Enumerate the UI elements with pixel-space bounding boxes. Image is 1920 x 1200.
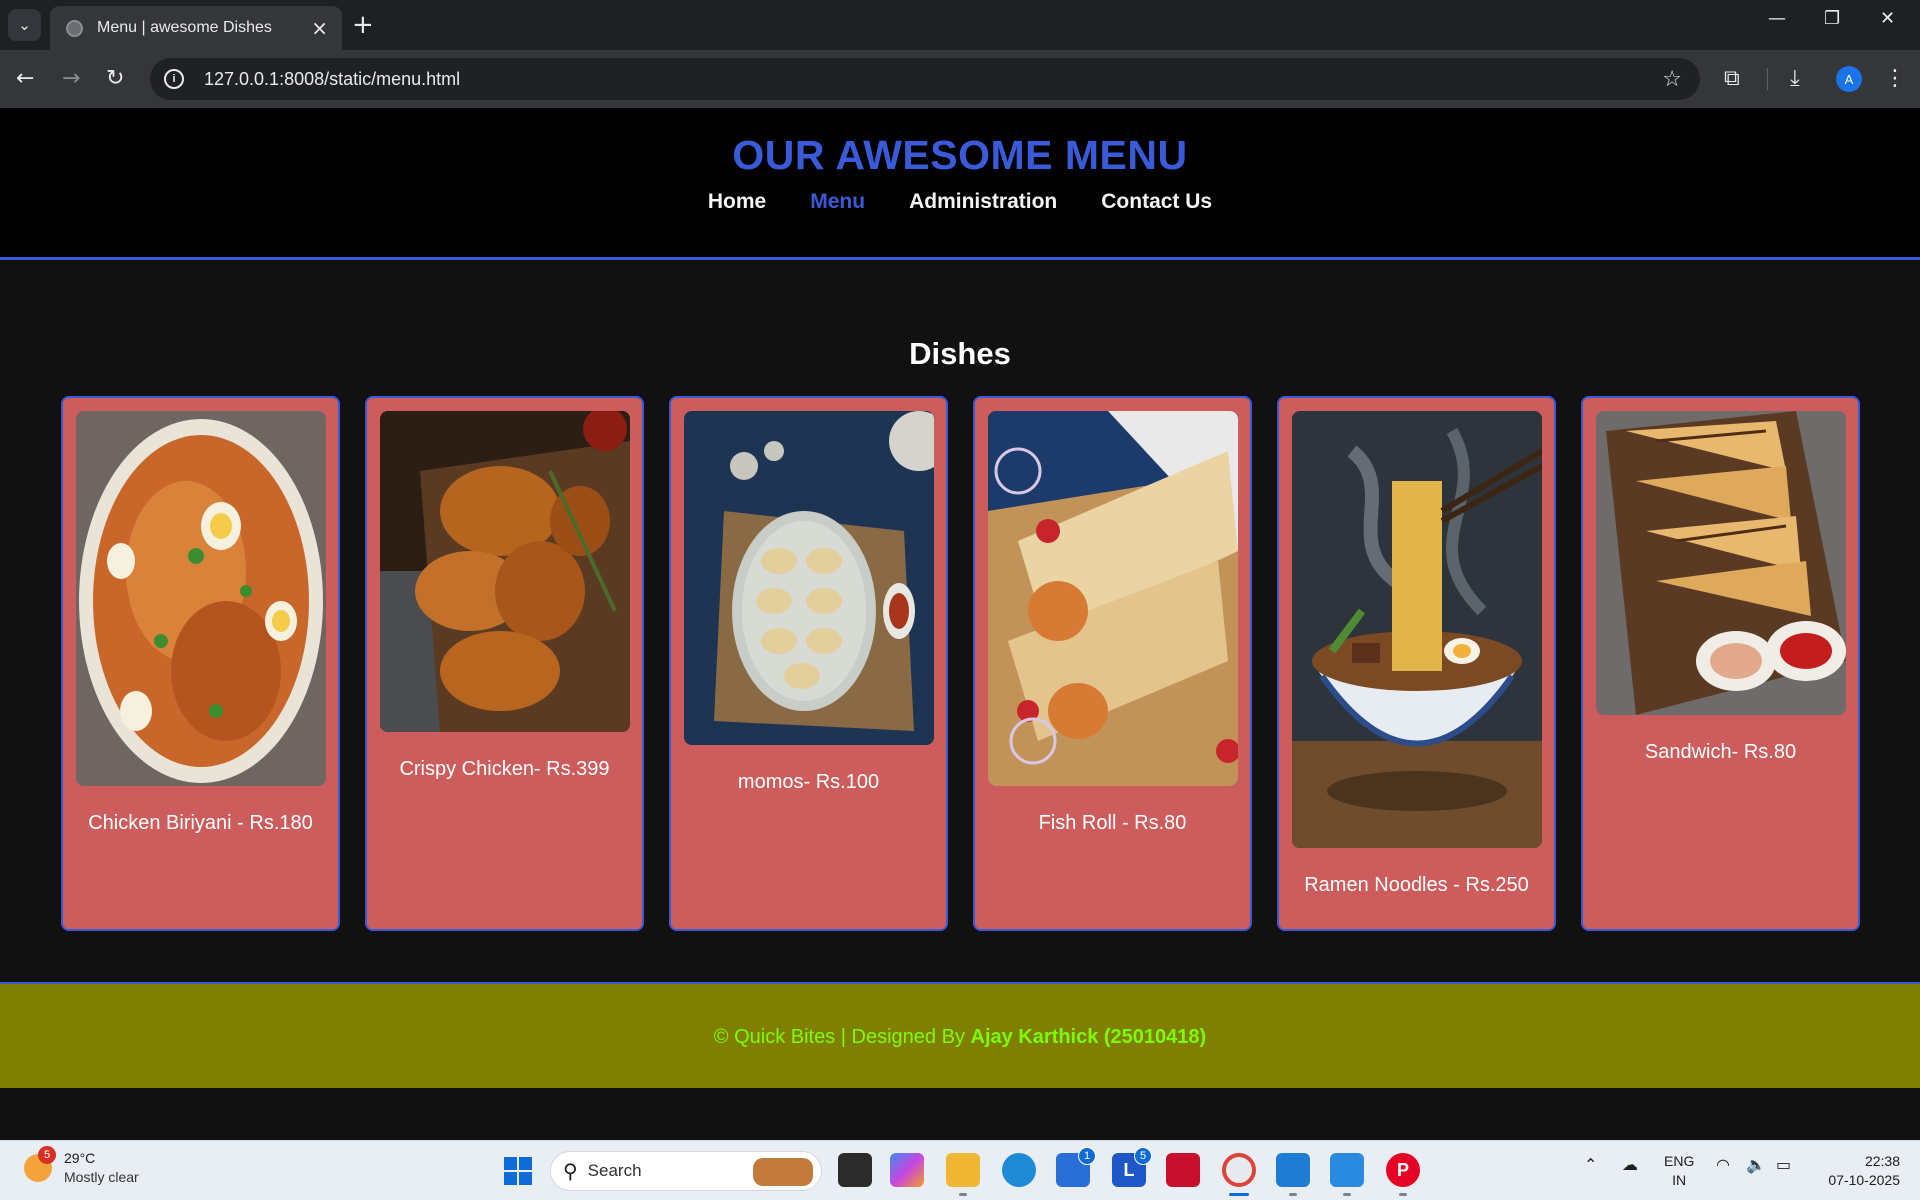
vscode-icon[interactable] (1276, 1153, 1310, 1187)
edge-browser-icon[interactable] (1002, 1153, 1036, 1187)
forward-arrow-icon[interactable]: → (62, 66, 80, 92)
file-explorer-icon[interactable] (946, 1153, 980, 1187)
new-tab-plus-icon[interactable]: + (352, 10, 374, 40)
window-close-icon[interactable]: ✕ (1880, 8, 1895, 29)
site-footer: © Quick Bites | Designed By Ajay Karthic… (0, 982, 1920, 1088)
dish-name: Crispy Chicken- Rs.399 (399, 758, 610, 780)
mcafee-icon[interactable] (1166, 1153, 1200, 1187)
restore-icon[interactable]: ❐ (1824, 8, 1840, 29)
copilot-icon[interactable] (890, 1153, 924, 1187)
weather-badge: 5 (38, 1146, 56, 1164)
ramen-noodles-photo (1292, 411, 1542, 848)
tab-search-chevron-icon[interactable]: ⌄ (8, 9, 41, 41)
microsoft-store-icon[interactable]: 1 (1056, 1147, 1096, 1187)
weather-moon-icon: 5 (24, 1146, 56, 1182)
volume-icon[interactable]: 🔈 (1746, 1155, 1766, 1174)
search-icon: ⚲ (563, 1159, 578, 1183)
photos-icon[interactable] (1330, 1153, 1364, 1187)
address-bar[interactable]: i 127.0.0.1:8008/static/menu.html ☆ (150, 58, 1700, 100)
fish-roll-photo (988, 411, 1238, 786)
language-indicator[interactable]: ENG IN (1664, 1152, 1694, 1190)
taskbar-search[interactable]: ⚲ Search (550, 1151, 822, 1191)
chicken-biriyani-photo (76, 411, 326, 786)
dish-card[interactable]: Fish Roll - Rs.80 (973, 396, 1252, 931)
dish-name: momos- Rs.100 (737, 771, 880, 793)
dish-name: Chicken Biriyani - Rs.180 (88, 812, 313, 834)
dish-card[interactable]: Chicken Biriyani - Rs.180 (61, 396, 340, 931)
dish-card-grid: Chicken Biriyani - Rs.180 Crispy Chicken… (61, 396, 1860, 931)
globe-icon (66, 19, 83, 37)
chrome-icon[interactable] (1222, 1153, 1256, 1187)
footer-prefix: © Quick Bites | Designed By (713, 1026, 971, 1048)
toolbar-divider (1767, 68, 1768, 90)
back-arrow-icon[interactable]: ← (16, 66, 34, 92)
profile-avatar[interactable]: A (1836, 66, 1862, 92)
url-text[interactable]: 127.0.0.1:8008/static/menu.html (204, 69, 1662, 90)
wifi-icon[interactable]: ◠ (1716, 1155, 1730, 1174)
tab-title: Menu | awesome Dishes (97, 19, 272, 36)
tray-chevron-up-icon[interactable]: ⌃ (1584, 1155, 1597, 1174)
bookmark-star-icon[interactable]: ☆ (1662, 67, 1682, 92)
footer-author: Ajay Karthick (25010418) (970, 1026, 1207, 1048)
dish-card[interactable]: Crispy Chicken- Rs.399 (365, 396, 644, 931)
weather-temperature: 29°C (64, 1150, 96, 1166)
nav-administration-link[interactable]: Administration (909, 190, 1057, 214)
l-app-badge: 5 (1134, 1147, 1152, 1165)
store-badge: 1 (1078, 1147, 1096, 1165)
tab-close-icon[interactable]: × (311, 16, 328, 40)
minimize-icon[interactable]: — (1768, 8, 1786, 29)
dish-card[interactable]: Sandwich- Rs.80 (1581, 396, 1860, 931)
nav-contact-link[interactable]: Contact Us (1101, 190, 1212, 214)
search-highlight-icon (753, 1158, 813, 1186)
battery-icon[interactable]: ▭ (1776, 1155, 1791, 1174)
momos-photo (684, 411, 934, 745)
onedrive-error-icon[interactable]: ☁ (1622, 1155, 1638, 1174)
dish-name: Fish Roll - Rs.80 (1038, 812, 1187, 834)
sandwich-photo (1596, 411, 1846, 715)
dish-card[interactable]: momos- Rs.100 (669, 396, 948, 931)
browser-tab-bar: ⌄ Menu | awesome Dishes × + — ❐ ✕ (0, 0, 1920, 50)
weather-description: Mostly clear (64, 1169, 139, 1185)
site-title: OUR AWESOME MENU (732, 132, 1188, 178)
browser-toolbar: ← → ↻ i 127.0.0.1:8008/static/menu.html … (0, 50, 1920, 108)
taskbar-search-placeholder: Search (587, 1161, 642, 1180)
pinterest-icon[interactable]: P (1386, 1153, 1420, 1187)
clock[interactable]: 22:38 07-10-2025 (1812, 1152, 1900, 1190)
l-app-icon[interactable]: L 5 (1112, 1147, 1152, 1187)
browser-tab-active[interactable]: Menu | awesome Dishes × (50, 6, 342, 50)
nav-home-link[interactable]: Home (708, 190, 766, 214)
dish-name: Sandwich- Rs.80 (1644, 741, 1797, 763)
nav-menu-link[interactable]: Menu (810, 190, 865, 214)
section-title-dishes: Dishes (909, 336, 1011, 371)
windows-start-icon[interactable] (504, 1157, 532, 1185)
web-page: OUR AWESOME MENU Home Menu Administratio… (0, 108, 1920, 1140)
dish-card[interactable]: Ramen Noodles - Rs.250 (1277, 396, 1556, 931)
crispy-chicken-photo (380, 411, 630, 732)
weather-widget[interactable]: 5 29°C Mostly clear (24, 1146, 139, 1187)
reload-icon[interactable]: ↻ (106, 66, 124, 92)
task-view-icon[interactable] (838, 1153, 872, 1187)
footer-text: © Quick Bites | Designed By Ajay Karthic… (0, 1026, 1920, 1049)
download-icon[interactable]: ⤓ (1790, 66, 1800, 92)
windows-taskbar: 5 29°C Mostly clear ⚲ Search 1 L 5 P ⌃ ☁… (0, 1140, 1920, 1200)
menu-kebab-icon[interactable]: ⋮ (1884, 66, 1906, 92)
extensions-puzzle-icon[interactable]: ⧉ (1724, 66, 1740, 92)
site-header: OUR AWESOME MENU Home Menu Administratio… (0, 108, 1920, 260)
site-nav: Home Menu Administration Contact Us (0, 190, 1920, 214)
dish-name: Ramen Noodles - Rs.250 (1304, 874, 1529, 896)
site-info-icon[interactable]: i (164, 69, 184, 89)
